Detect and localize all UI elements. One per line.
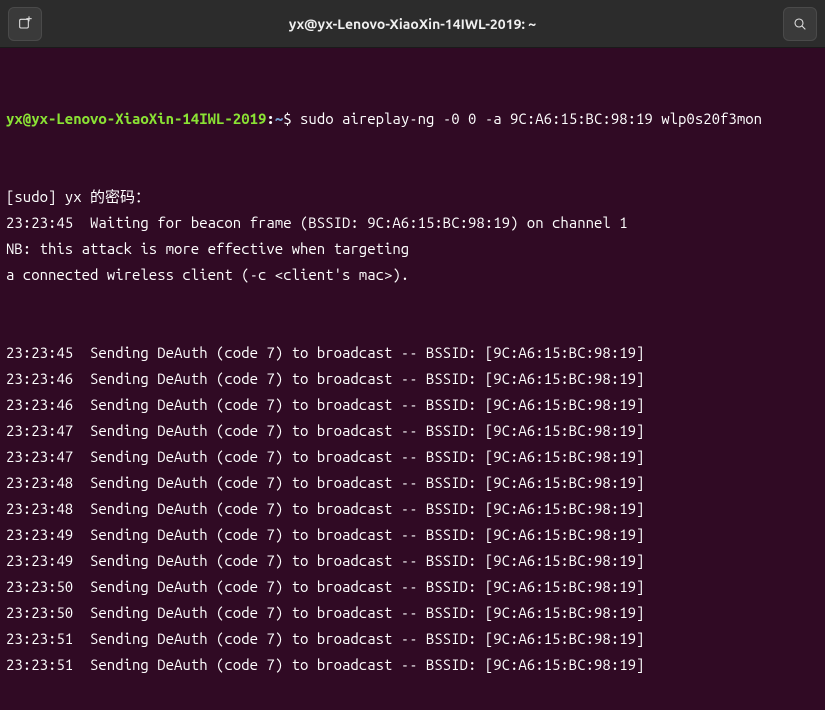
deauth-line: 23:23:51 Sending DeAuth (code 7) to broa… — [6, 626, 819, 652]
output-line: [sudo] yx 的密码： — [6, 184, 819, 210]
search-icon — [792, 16, 808, 32]
new-tab-button[interactable] — [8, 7, 42, 41]
prompt-path: ~ — [275, 110, 283, 127]
output-line: 23:23:45 Waiting for beacon frame (BSSID… — [6, 210, 819, 236]
deauth-line: 23:23:47 Sending DeAuth (code 7) to broa… — [6, 444, 819, 470]
search-button[interactable] — [783, 7, 817, 41]
titlebar-left — [8, 7, 68, 41]
command-text: sudo aireplay-ng -0 0 -a 9C:A6:15:BC:98:… — [300, 110, 762, 127]
deauth-line: 23:23:50 Sending DeAuth (code 7) to broa… — [6, 574, 819, 600]
titlebar: yx@yx-Lenovo-XiaoXin-14IWL-2019: ~ — [0, 0, 825, 48]
deauth-line: 23:23:46 Sending DeAuth (code 7) to broa… — [6, 366, 819, 392]
deauth-line: 23:23:49 Sending DeAuth (code 7) to broa… — [6, 548, 819, 574]
deauth-line: 23:23:51 Sending DeAuth (code 7) to broa… — [6, 652, 819, 678]
prompt-line: yx@yx-Lenovo-XiaoXin-14IWL-2019:~$ sudo … — [6, 106, 819, 132]
titlebar-right — [757, 7, 817, 41]
output-line: NB: this attack is more effective when t… — [6, 236, 819, 262]
deauth-line: 23:23:48 Sending DeAuth (code 7) to broa… — [6, 496, 819, 522]
deauth-line: 23:23:46 Sending DeAuth (code 7) to broa… — [6, 392, 819, 418]
prompt-user-host: yx@yx-Lenovo-XiaoXin-14IWL-2019 — [6, 110, 266, 127]
output-block: [sudo] yx 的密码：23:23:45 Waiting for beaco… — [6, 184, 819, 288]
output-line: a connected wireless client (-c <client'… — [6, 262, 819, 288]
window-title: yx@yx-Lenovo-XiaoXin-14IWL-2019: ~ — [68, 0, 757, 48]
deauth-line: 23:23:47 Sending DeAuth (code 7) to broa… — [6, 418, 819, 444]
deauth-output-block: 23:23:45 Sending DeAuth (code 7) to broa… — [6, 340, 819, 678]
deauth-line: 23:23:45 Sending DeAuth (code 7) to broa… — [6, 340, 819, 366]
deauth-line: 23:23:50 Sending DeAuth (code 7) to broa… — [6, 600, 819, 626]
prompt-separator: : — [266, 110, 274, 127]
deauth-line: 23:23:49 Sending DeAuth (code 7) to broa… — [6, 522, 819, 548]
new-tab-icon — [17, 16, 33, 32]
terminal-body[interactable]: yx@yx-Lenovo-XiaoXin-14IWL-2019:~$ sudo … — [0, 48, 825, 710]
deauth-line: 23:23:48 Sending DeAuth (code 7) to broa… — [6, 470, 819, 496]
prompt-sigil: $ — [283, 110, 291, 127]
